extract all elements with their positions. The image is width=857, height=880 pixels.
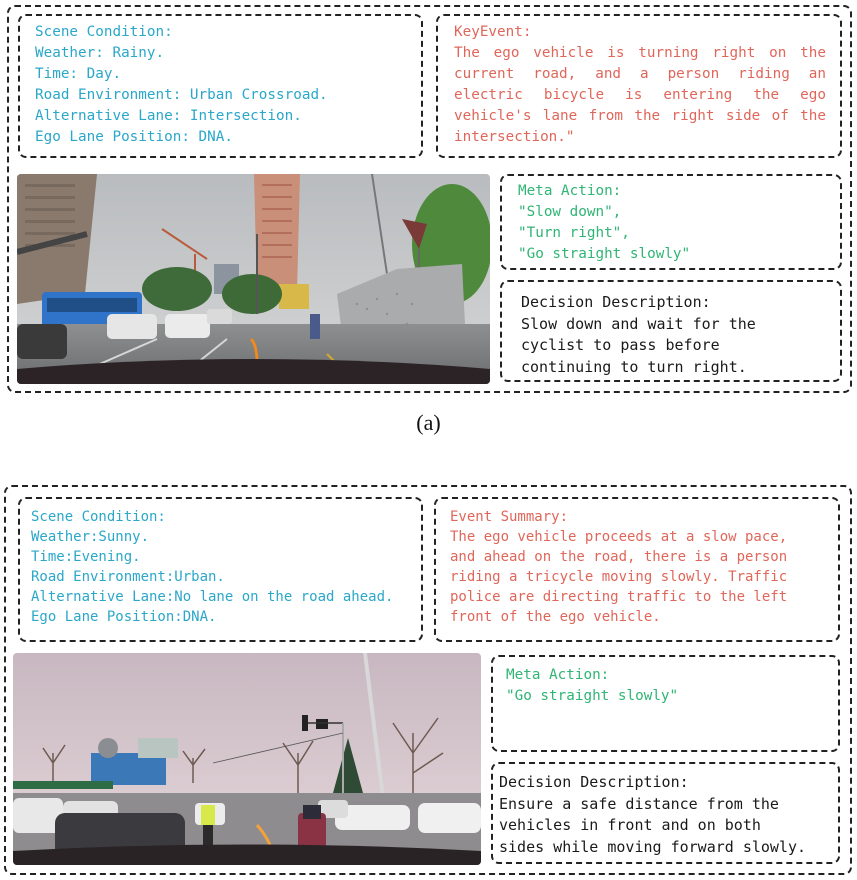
scene-condition-title: Scene Condition: [35, 24, 173, 40]
decision-line: cyclist to pass before [521, 336, 720, 354]
scene-ego-lane-position: Ego Lane Position: DNA. [35, 129, 233, 145]
event-summary-line: The ego vehicle proceeds at a slow pace, [450, 529, 788, 545]
panel-b-dashcam-image [13, 653, 481, 865]
event-summary-line: riding a tricycle moving slowly. Traffic [450, 569, 788, 585]
scene-time: Time:Evening. [31, 549, 141, 565]
decision-line: Ensure a safe distance from the [499, 794, 779, 813]
scene-ego-lane-position: Ego Lane Position:DNA. [31, 609, 217, 625]
scene-time: Time: Day. [35, 66, 122, 82]
panel-a-scene-condition-box: Scene Condition: Weather: Rainy. Time: D… [18, 14, 423, 158]
scene-alternative-lane: Alternative Lane:No lane on the road ahe… [31, 589, 394, 605]
decision-title: Decision Description: [499, 773, 689, 791]
meta-action-title: Meta Action: [518, 183, 622, 199]
key-event-title: KeyEvent: [454, 24, 532, 40]
meta-action-item: "Slow down", [518, 204, 622, 220]
event-summary-title: Event Summary: [450, 509, 569, 525]
panel-a-decision-box: Decision Description: Slow down and wait… [500, 280, 842, 382]
evening-road-scene [13, 653, 481, 865]
scene-road-environment: Road Environment:Urban. [31, 569, 225, 585]
key-event-text: The ego vehicle is turning right on the … [454, 45, 826, 145]
panel-a-caption: (a) [416, 410, 441, 435]
rainy-crossroad-scene [17, 174, 490, 384]
event-summary-line: police are directing traffic to the left [450, 589, 788, 605]
panel-b-event-summary-box: Event Summary: The ego vehicle proceeds … [434, 497, 840, 642]
scene-weather: Weather: Rainy. [35, 45, 165, 61]
meta-action-item: "Go straight slowly" [518, 246, 691, 262]
decision-line: continuing to turn right. [521, 357, 747, 376]
panel-a-meta-action-box: Meta Action: "Slow down", "Turn right", … [500, 174, 842, 270]
panel-a-key-event-box: KeyEvent: The ego vehicle is turning rig… [436, 14, 842, 158]
panel-a-dashcam-image [17, 174, 490, 384]
meta-action-title: Meta Action: [506, 667, 610, 683]
decision-line: vehicles in front and on both [499, 816, 761, 834]
scene-alternative-lane: Alternative Lane: Intersection. [35, 108, 302, 124]
panel-b-decision-box: Decision Description: Ensure a safe dist… [491, 762, 840, 864]
decision-line: Slow down and wait for the [521, 314, 756, 333]
event-summary-line: front of the ego vehicle. [450, 609, 661, 625]
meta-action-item: "Go straight slowly" [506, 688, 679, 704]
decision-line: sides while moving forward slowly. [499, 837, 807, 856]
panel-b-scene-condition-box: Scene Condition: Weather:Sunny. Time:Eve… [18, 497, 423, 642]
scene-condition-title: Scene Condition: [31, 509, 166, 525]
event-summary-line: and ahead on the road, there is a person [450, 549, 788, 565]
scene-weather: Weather:Sunny. [31, 529, 150, 545]
meta-action-item: "Turn right", [518, 225, 630, 241]
decision-title: Decision Description: [521, 293, 711, 311]
panel-b-meta-action-box: Meta Action: "Go straight slowly" [491, 655, 840, 752]
scene-road-environment: Road Environment: Urban Crossroad. [35, 87, 328, 103]
